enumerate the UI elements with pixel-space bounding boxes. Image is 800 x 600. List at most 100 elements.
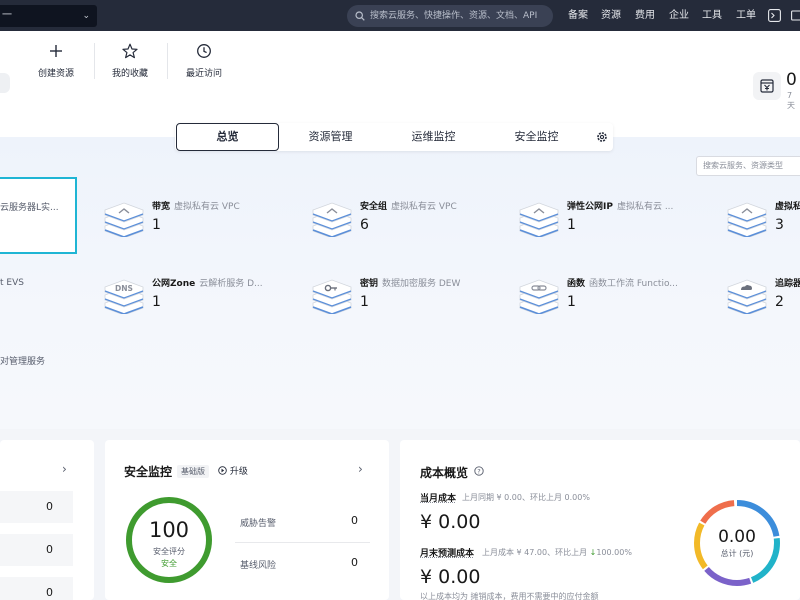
divider — [235, 542, 370, 543]
resource-name-text: 密钥 — [360, 279, 379, 289]
resource-count[interactable]: 6 — [360, 217, 369, 233]
list-item[interactable]: 0 — [0, 534, 73, 566]
divider — [167, 43, 168, 79]
overview-tabs: 总览 资源管理 运维监控 安全监控 — [175, 123, 613, 151]
chevron-down-icon: ⌄ — [82, 11, 90, 21]
list-item[interactable]: 0 — [0, 577, 73, 600]
cost-summary-button[interactable] — [753, 72, 781, 100]
resource-stack-5 — [310, 276, 354, 316]
left-row-value: 0 — [46, 500, 53, 513]
resource-count[interactable]: 1 — [152, 217, 161, 233]
resource-name-text: 虚拟私 — [775, 202, 800, 212]
resource-stack-0 — [102, 199, 146, 239]
help-icon[interactable]: ? — [474, 466, 484, 476]
nav-tools[interactable]: 工具 — [702, 0, 722, 31]
resource-stack-3 — [725, 199, 769, 239]
upload-icon — [519, 202, 559, 239]
left-row-value: 0 — [46, 543, 53, 556]
security-score-value: 100 — [148, 518, 190, 542]
nav-billing[interactable]: 费用 — [635, 0, 655, 31]
upload-icon — [727, 202, 767, 239]
security-card-title: 安全监控 — [124, 465, 173, 479]
month-cost-compare: 上月同期 ¥ 0.00、环比上月 0.00% — [462, 492, 590, 503]
left-row-value: 0 — [46, 586, 53, 599]
tab-resource-management[interactable]: 资源管理 — [279, 123, 382, 151]
resource-name-text: 追踪器 — [775, 279, 800, 289]
resource-service: 虚拟私有云 VPC — [391, 202, 457, 212]
resource-stack-1 — [310, 199, 354, 239]
upgrade-link[interactable]: 升级 — [218, 464, 248, 477]
gear-icon[interactable] — [596, 131, 608, 143]
resource-search-placeholder: 搜索云服务、资源类型 — [703, 161, 783, 170]
resource-search-input[interactable]: 搜索云服务、资源类型 — [696, 156, 800, 176]
resource-service: 虚拟私有云 VPC — [174, 202, 240, 212]
resource-count[interactable]: 1 — [567, 217, 576, 233]
selected-card-text: 云服务器L实... — [0, 203, 59, 213]
donut-total-label: 总计 (元) — [720, 549, 754, 558]
resource-stack-2 — [517, 199, 561, 239]
resource-name: 密钥 数据加密服务 DEW — [360, 276, 460, 289]
month-cost-compare-text: 上月同期 ¥ 0.00、环比上月 — [462, 493, 562, 502]
svg-text:?: ? — [477, 467, 480, 475]
terminal-icon[interactable] — [768, 9, 781, 22]
donut-total-value: 0.00 — [718, 527, 756, 547]
top-navigation-bar: 一 ⌄ 搜索云服务、快捷操作、资源、文档、API 备案 资源 费用 企业 工具 … — [0, 0, 800, 31]
forecast-cost-compare-text: 上月成本 ¥ 47.00、环比上月 — [482, 548, 588, 557]
upload-icon — [104, 202, 144, 239]
yen-receipt-icon — [760, 79, 774, 93]
resource-count[interactable]: 1 — [152, 294, 161, 310]
chevron-right-icon[interactable]: › — [358, 462, 363, 476]
svg-text:DNS: DNS — [115, 284, 133, 293]
forecast-cost-pct: 100.00% — [596, 548, 632, 557]
nav-resources[interactable]: 资源 — [601, 0, 621, 31]
favorites-button[interactable]: 我的收藏 — [100, 40, 160, 79]
resource-count[interactable]: 1 — [360, 294, 369, 310]
baseline-risk-value[interactable]: 0 — [351, 556, 358, 569]
nav-beian[interactable]: 备案 — [568, 0, 588, 31]
resource-name: 追踪器 — [775, 276, 800, 289]
global-search-input[interactable]: 搜索云服务、快捷操作、资源、文档、API — [347, 5, 553, 27]
cloud-icon — [727, 279, 767, 316]
tab-overview[interactable]: 总览 — [176, 123, 279, 151]
recent-visits-button[interactable]: 最近访问 — [174, 40, 234, 79]
resource-count[interactable]: 3 — [775, 217, 784, 233]
security-status: 安全 — [161, 559, 177, 568]
cost-card-title: 成本概览 — [420, 466, 469, 480]
cost-overview-card: 成本概览 ? 当月成本 上月同期 ¥ 0.00、环比上月 0.00% ¥ 0.0… — [400, 440, 800, 600]
clock-icon — [197, 44, 211, 58]
chevron-right-icon[interactable]: › — [62, 462, 67, 476]
tab-security-monitoring[interactable]: 安全监控 — [485, 123, 588, 151]
baseline-risk-label: 基线风险 — [240, 561, 277, 571]
nav-tickets[interactable]: 工单 — [736, 0, 756, 31]
cost-summary-period: 7天 — [787, 91, 795, 110]
resource-count[interactable]: 2 — [775, 294, 784, 310]
left-summary-card: › 0 0 0 — [0, 440, 94, 600]
month-cost-label[interactable]: 当月成本 — [420, 491, 456, 504]
resource-service: 数据加密服务 DEW — [382, 279, 461, 289]
month-cost-amount: ¥ 0.00 — [420, 511, 481, 533]
mail-icon[interactable] — [791, 9, 800, 22]
security-score-label: 安全评分 — [153, 547, 185, 556]
cost-summary-value: 0 — [786, 70, 797, 90]
resource-stack-7 — [725, 276, 769, 316]
forecast-cost-label[interactable]: 月末预测成本 — [420, 546, 474, 559]
favorites-label: 我的收藏 — [111, 69, 148, 79]
resource-name: 带宽 虚拟私有云 VPC — [152, 199, 240, 212]
threat-alert-value[interactable]: 0 — [351, 514, 358, 527]
resource-name: 函数 函数工作流 Functio... — [567, 276, 678, 289]
selected-resource-card[interactable] — [0, 177, 77, 254]
region-selector[interactable]: 一 ⌄ — [0, 5, 97, 27]
nav-enterprise[interactable]: 企业 — [669, 0, 689, 31]
resource-stack-6 — [517, 276, 561, 316]
tab-ops-monitoring[interactable]: 运维监控 — [382, 123, 485, 151]
link-icon — [519, 279, 559, 316]
month-cost-pct: 0.00% — [564, 493, 590, 502]
create-resource-button[interactable]: 创建资源 — [26, 40, 86, 79]
resource-name-text: 函数 — [567, 279, 586, 289]
management-service-text: 对管理服务 — [0, 357, 46, 367]
resource-service: 虚拟私有云 ... — [616, 202, 674, 212]
list-item[interactable]: 0 — [0, 491, 73, 523]
region-label: 一 — [2, 10, 12, 21]
global-search-placeholder: 搜索云服务、快捷操作、资源、文档、API — [370, 11, 538, 21]
resource-count[interactable]: 1 — [567, 294, 576, 310]
